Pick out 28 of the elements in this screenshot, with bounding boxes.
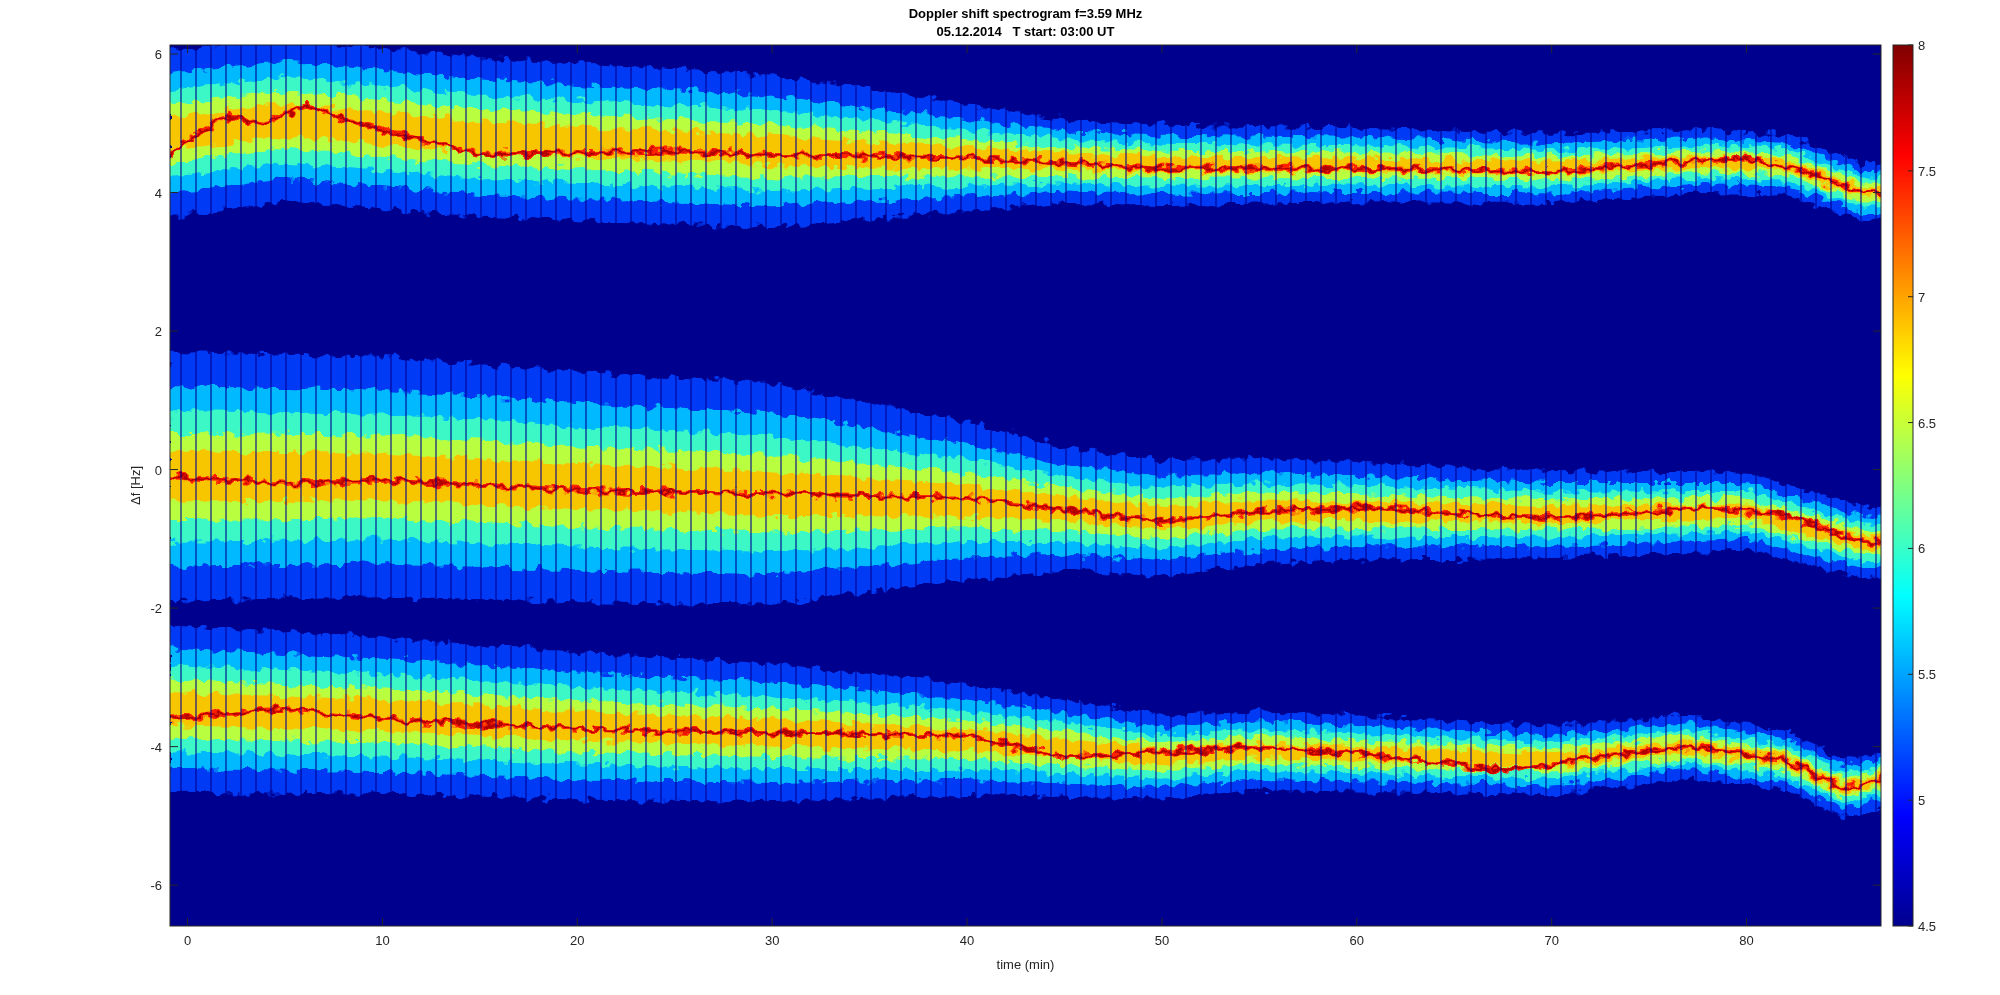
y-tick-label: -4 xyxy=(150,739,162,755)
x-tick-label: 80 xyxy=(1739,933,1754,948)
colorbar-tick-label: 7.5 xyxy=(1918,163,1937,179)
colorbar-tick-label: 6 xyxy=(1918,541,1926,557)
figure-title: Doppler shift spectrogram f=3.59 MHz xyxy=(908,6,1143,21)
x-axis-label: time (min) xyxy=(996,957,1055,972)
x-tick-label: 30 xyxy=(764,933,780,948)
colorbar-tick-label: 7 xyxy=(1918,289,1926,305)
y-tick-label: 2 xyxy=(154,324,162,340)
y-axis-label: Δf [Hz] xyxy=(128,466,143,505)
x-tick-label: 10 xyxy=(375,933,390,948)
figure-title: 05.12.2014 T start: 03:00 UT xyxy=(936,24,1115,39)
x-tick-label: 0 xyxy=(183,933,192,948)
x-tick-label: 40 xyxy=(959,933,975,948)
colorbar-tick-label: 5.5 xyxy=(1918,667,1937,683)
x-tick-label: 60 xyxy=(1349,933,1364,948)
y-tick-label: 0 xyxy=(154,462,162,478)
y-tick-label: -2 xyxy=(150,601,162,617)
x-tick-label: 70 xyxy=(1544,933,1559,948)
y-tick-label: 6 xyxy=(154,47,162,62)
x-tick-label: 50 xyxy=(1154,933,1170,948)
colorbar-tick-label: 5 xyxy=(1918,793,1926,809)
y-tick-label: 4 xyxy=(154,185,162,201)
x-tick-label: 20 xyxy=(570,933,585,948)
colorbar-tick-label: 6.5 xyxy=(1918,415,1937,431)
colorbar-tick-label: 4.5 xyxy=(1918,919,1937,934)
y-tick-label: -6 xyxy=(150,878,162,894)
colorbar-tick-label: 8 xyxy=(1918,38,1926,53)
